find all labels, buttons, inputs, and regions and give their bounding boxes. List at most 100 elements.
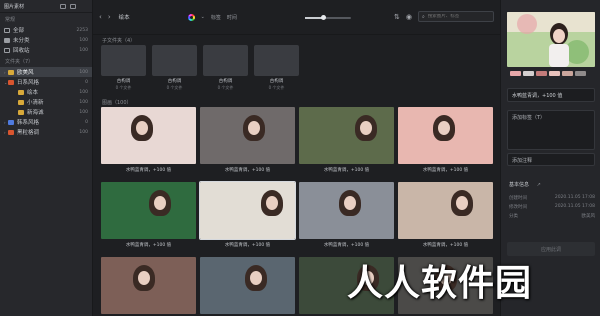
preview-photo [507, 12, 595, 67]
sidebar-folder-huiben[interactable]: 绘本 100 [0, 87, 92, 97]
sidebar-item-all[interactable]: 全部 2253 [0, 25, 92, 35]
sidebar-folder-oumei[interactable]: › 欧美风 100 [0, 67, 92, 77]
color-swatch[interactable] [562, 71, 573, 76]
subfolder-card[interactable]: 古构调 0 个文件 [203, 45, 248, 97]
folder-icon [8, 69, 14, 75]
time-filter-dropdown[interactable]: 时间 [227, 14, 237, 21]
folder-label: 黑粒格调 [17, 130, 40, 136]
sidebar-item-label: 未分类 [13, 38, 30, 44]
image-thumbnail [200, 107, 295, 164]
slider-knob[interactable] [321, 15, 326, 20]
sidebar-folder-xiaoqingxin[interactable]: 小清新 100 [0, 97, 92, 107]
sidebar-item-label: 全部 [13, 28, 25, 34]
image-thumbnail [398, 107, 493, 164]
toolbar-right: ⇅ ◉ ⌕ [394, 11, 494, 22]
color-swatch[interactable] [549, 71, 560, 76]
subfolder-count: 0 个文件 [217, 85, 234, 90]
image-card[interactable] [101, 257, 196, 316]
info-title: 基本信息 ↗ [509, 181, 541, 188]
subfolder-count: 0 个文件 [268, 85, 285, 90]
color-swatch[interactable] [523, 71, 534, 76]
image-caption: 水鸭蓝青调，+100 值 [224, 168, 271, 173]
sort-icon[interactable]: ⇅ [394, 13, 400, 21]
folder-count: 100 [79, 129, 88, 135]
title-field[interactable]: 水鸭蓝青调，+100 值 [507, 88, 595, 102]
add-tag-field[interactable]: 添加标签（T） [507, 110, 595, 150]
sidebar-item-count: 2253 [76, 27, 88, 33]
search-box[interactable]: ⌕ [418, 11, 494, 22]
color-swatch[interactable] [575, 71, 586, 76]
image-card[interactable]: 水鸭蓝青调，+100 值 [101, 107, 196, 178]
image-card[interactable] [200, 257, 295, 316]
folders-section-title: 文件夹（7） [5, 58, 34, 65]
add-note-field[interactable]: 添加注释 [507, 153, 595, 166]
folder-count: 0 [85, 119, 88, 125]
sidebar-folder-xinhaicheng[interactable]: 新海诚 100 [0, 107, 92, 117]
folder-icon [8, 129, 14, 135]
app-title: 图片素材 [4, 3, 25, 10]
folder-label: 韩系风格 [17, 120, 40, 126]
sidebar-folder-heili[interactable]: › 黑粒格调 100 [0, 127, 92, 137]
subfolder-card[interactable]: 古构调 0 个文件 [101, 45, 146, 97]
subfolder-card[interactable]: 古构调 0 个文件 [152, 45, 197, 97]
thumbnail-face [138, 271, 150, 285]
folder-icon [18, 109, 24, 115]
folder-label: 日系风格 [17, 80, 40, 86]
subfolder-name: 古构调 [218, 79, 233, 84]
sidebar-item-uncategorized[interactable]: 未分类 100 [0, 35, 92, 45]
grid-icon [4, 27, 10, 33]
image-card[interactable]: 水鸭蓝青调，+100 值 [398, 107, 493, 178]
forward-icon[interactable]: › [108, 13, 111, 21]
thumbnail-face [438, 121, 450, 135]
thumbnail-size-slider[interactable] [305, 15, 351, 20]
image-thumbnail [101, 182, 196, 239]
search-input[interactable] [427, 14, 490, 19]
thumbnail-face [248, 121, 260, 135]
image-caption: 水鸭蓝青调，+100 值 [422, 168, 469, 173]
image-thumbnail [299, 107, 394, 164]
subfolder-name: 古构调 [116, 79, 131, 84]
external-link-icon[interactable]: ↗ [537, 182, 541, 188]
image-card[interactable]: 水鸭蓝青调，+100 值 [199, 181, 296, 253]
folder-count: 100 [79, 69, 88, 75]
eye-icon[interactable]: ◉ [406, 13, 412, 21]
folder-count: 0 [85, 79, 88, 85]
image-card[interactable]: 水鸭蓝青调，+100 值 [299, 182, 394, 253]
folder-icon [18, 99, 24, 105]
search-icon: ⌕ [422, 13, 425, 20]
subfolder-thumbnail [101, 45, 146, 76]
back-icon[interactable]: ‹ [99, 13, 102, 21]
color-dropdown-icon[interactable]: ⌄ [201, 14, 205, 20]
subfolder-card[interactable]: 古构调 0 个文件 [254, 45, 299, 97]
image-caption: 水鸭蓝青调，+100 值 [422, 243, 469, 248]
folder-label: 欧美风 [17, 70, 34, 76]
tag-filter-dropdown[interactable]: 标签 [211, 14, 221, 21]
image-card[interactable]: 水鸭蓝青调，+100 值 [299, 107, 394, 178]
sidebar-folder-rixi[interactable]: ⌄ 日系风格 0 [0, 77, 92, 87]
image-thumbnail [199, 181, 296, 240]
color-palette [510, 71, 586, 76]
watermark-text: 人人软件园 [347, 263, 533, 304]
image-preview[interactable] [507, 12, 595, 67]
image-card[interactable]: 水鸭蓝青调，+100 值 [101, 182, 196, 253]
sidebar-item-trash[interactable]: 回收站 100 [0, 45, 92, 55]
color-swatch[interactable] [510, 71, 521, 76]
info-key: 分类 [509, 214, 518, 219]
thumbnail-face [456, 196, 468, 210]
image-card[interactable]: 水鸭蓝青调，+100 值 [398, 182, 493, 253]
color-filter-icon[interactable] [187, 13, 195, 21]
sidebar-folder-hanxi[interactable]: › 韩系风格 0 [0, 117, 92, 127]
subfolder-name: 古构调 [269, 79, 284, 84]
folder-icon [8, 119, 14, 125]
info-value: 2020.11.05 17:08 [554, 204, 595, 209]
window-icon[interactable] [70, 3, 77, 9]
color-swatch[interactable] [536, 71, 547, 76]
layout-icon[interactable] [60, 3, 67, 9]
info-row: 创建时间 2020.11.05 17:08 [509, 195, 595, 201]
info-row: 修改时间 2020.11.05 17:08 [509, 204, 595, 210]
image-thumbnail [200, 257, 295, 314]
image-card[interactable]: 水鸭蓝青调，+100 值 [200, 107, 295, 178]
folder-count: 100 [79, 89, 88, 95]
info-key: 创建时间 [509, 196, 527, 201]
subfolder-count: 0 个文件 [115, 85, 132, 90]
